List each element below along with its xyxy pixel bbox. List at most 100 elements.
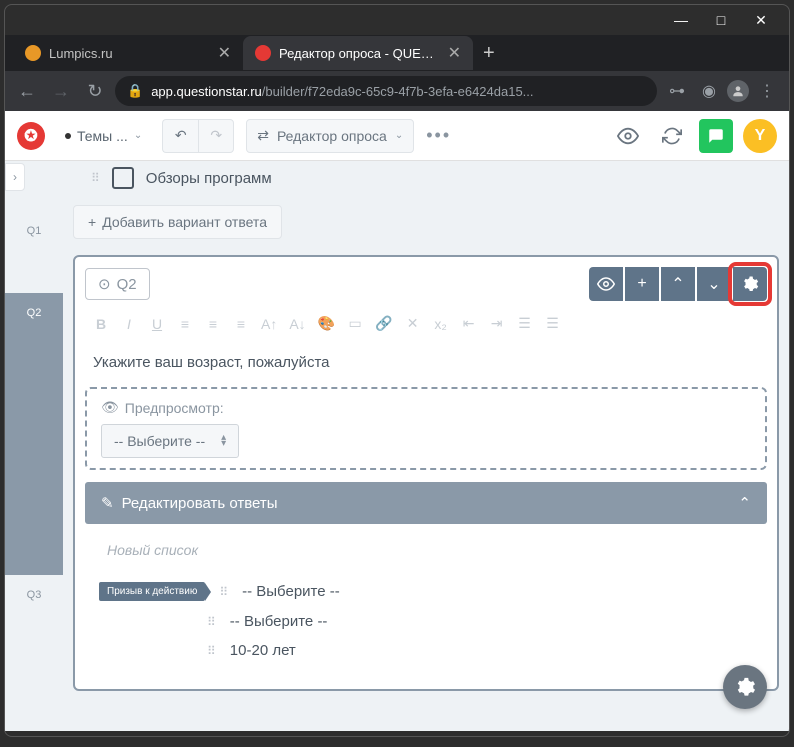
chevron-down-icon: ⌄ <box>395 130 403 141</box>
option-text[interactable]: Обзоры программ <box>146 170 272 187</box>
app-header: ✪ Темы ... ⌄ ↶ ↷ ⇄ Редактор опроса ⌄ •••… <box>5 111 789 161</box>
comment-button[interactable] <box>699 119 733 153</box>
align-left-button[interactable]: ≡ <box>177 316 193 332</box>
site-key-icon[interactable]: ⊶ <box>663 77 691 105</box>
reload-button[interactable]: ↻ <box>81 77 109 105</box>
tab-questionstar[interactable]: Редактор опроса - QUESTIONST ✕ <box>243 36 473 70</box>
minimize-button[interactable]: — <box>661 12 701 28</box>
themes-dropdown[interactable]: Темы ... ⌄ <box>57 128 150 144</box>
format-toolbar: B I U ≡ ≡ ≡ A↑ A↓ 🎨 ▭ 🔗 ✕ x₂ ⇤ <box>85 301 767 346</box>
sidebar-item-q2[interactable]: Q2 <box>5 293 63 575</box>
preview-label: 👁 Предпросмотр: <box>101 399 751 416</box>
move-up-button[interactable]: ⌃ <box>661 267 695 301</box>
drag-handle-icon[interactable]: ⠿ <box>91 171 100 185</box>
color-button[interactable]: 🎨 <box>318 315 335 332</box>
back-button[interactable]: ← <box>13 77 41 105</box>
app-logo-icon[interactable]: ✪ <box>17 122 45 150</box>
pencil-icon: ✎ <box>101 494 114 512</box>
subscript-button[interactable]: x₂ <box>433 316 449 332</box>
window-titlebar: — □ ✕ <box>5 5 789 35</box>
themes-label: Темы ... <box>77 128 128 144</box>
font-decrease-button[interactable]: A↓ <box>289 316 305 332</box>
plus-icon: + <box>88 214 96 230</box>
bold-button[interactable]: B <box>93 316 109 332</box>
answer-row: Призыв к действию ⠿ -- Выберите -- <box>99 576 753 607</box>
indent-left-button[interactable]: ⇤ <box>461 315 477 332</box>
menu-icon[interactable]: ⋮ <box>753 77 781 105</box>
sidebar-item-q1[interactable]: Q1 <box>5 211 63 293</box>
sidebar-item-q3[interactable]: Q3 <box>5 575 63 695</box>
survey-editor-dropdown[interactable]: ⇄ Редактор опроса ⌄ <box>246 119 414 153</box>
answers-list: Новый список Призыв к действию ⠿ -- Выбе… <box>85 524 767 679</box>
answer-row: ⠿ -- Выберите -- <box>99 607 753 636</box>
undo-button[interactable]: ↶ <box>162 119 198 153</box>
answer-text[interactable]: -- Выберите -- <box>242 583 340 600</box>
close-window-button[interactable]: ✕ <box>741 12 781 29</box>
sidebar-toggle[interactable]: › <box>5 163 25 191</box>
settings-button[interactable] <box>733 267 767 301</box>
answer-row: ⠿ 10-20 лет <box>99 636 753 665</box>
tab-title: Редактор опроса - QUESTIONST <box>279 46 440 61</box>
edit-answers-toggle[interactable]: ✎ Редактировать ответы ⌃ <box>85 482 767 524</box>
visibility-button[interactable] <box>589 267 623 301</box>
main-content: ⠿ Обзоры программ + Добавить вариант отв… <box>63 161 789 731</box>
list-ul-button[interactable]: ☰ <box>517 315 533 332</box>
chevron-up-icon: ⌃ <box>738 494 751 512</box>
maximize-button[interactable]: □ <box>701 12 741 28</box>
cta-badge[interactable]: Призыв к действию <box>99 582 205 601</box>
extension-icon[interactable]: ◉ <box>695 77 723 105</box>
user-avatar[interactable]: Y <box>743 119 777 153</box>
add-option-label: Добавить вариант ответа <box>102 214 267 230</box>
drag-handle-icon[interactable]: ⠿ <box>219 585 228 599</box>
option-checkbox[interactable] <box>112 167 134 189</box>
list-title[interactable]: Новый список <box>99 538 753 576</box>
lock-icon: 🔒 <box>127 83 143 99</box>
redo-button[interactable]: ↷ <box>198 119 234 153</box>
questionstar-favicon-icon <box>255 45 271 61</box>
dot-icon <box>65 133 71 139</box>
clear-format-button[interactable]: ✕ <box>405 315 421 332</box>
font-increase-button[interactable]: A↑ <box>261 316 277 332</box>
preview-button[interactable] <box>611 119 645 153</box>
edit-answers-label: Редактировать ответы <box>122 495 278 512</box>
question-title-input[interactable]: Укажите ваш возраст, пожалуйста <box>85 346 767 379</box>
question-sidebar: › Q1 Q2 Q3 <box>5 161 63 731</box>
forward-button[interactable]: → <box>47 77 75 105</box>
add-answer-option-button[interactable]: + Добавить вариант ответа <box>73 205 282 239</box>
close-tab-icon[interactable]: ✕ <box>448 43 461 63</box>
move-down-button[interactable]: ⌄ <box>697 267 731 301</box>
help-fab-button[interactable] <box>723 665 767 709</box>
tab-lumpics[interactable]: Lumpics.ru ✕ <box>13 36 243 70</box>
browser-tabs: Lumpics.ru ✕ Редактор опроса - QUESTIONS… <box>5 35 789 71</box>
drag-handle-icon[interactable]: ⠿ <box>207 644 216 658</box>
url-path: /builder/f72eda9c-65c9-4f7b-3efa-e6424da… <box>262 84 534 99</box>
indent-right-button[interactable]: ⇥ <box>489 315 505 332</box>
drag-handle-icon[interactable]: ⠿ <box>207 615 216 629</box>
underline-button[interactable]: U <box>149 316 165 332</box>
preview-select[interactable]: -- Выберите -- ▴▾ <box>101 424 239 458</box>
align-right-button[interactable]: ≡ <box>233 316 249 332</box>
more-menu-icon[interactable]: ••• <box>426 125 451 146</box>
profile-icon[interactable] <box>727 80 749 102</box>
image-button[interactable]: ▭ <box>347 315 363 332</box>
italic-button[interactable]: I <box>121 316 137 332</box>
link-button[interactable]: 🔗 <box>375 315 392 332</box>
select-value: -- Выберите -- <box>114 433 205 449</box>
address-bar: ← → ↻ 🔒 app.questionstar.ru/builder/f72e… <box>5 71 789 111</box>
preview-panel: 👁 Предпросмотр: -- Выберите -- ▴▾ <box>85 387 767 470</box>
answer-text[interactable]: 10-20 лет <box>230 642 296 659</box>
sync-button[interactable] <box>655 119 689 153</box>
question-label[interactable]: ⊙ Q2 <box>85 268 150 300</box>
tab-title: Lumpics.ru <box>49 46 210 61</box>
add-question-button[interactable]: + <box>625 267 659 301</box>
answer-text[interactable]: -- Выберите -- <box>230 613 328 630</box>
list-ol-button[interactable]: ☰ <box>545 315 561 332</box>
new-tab-button[interactable]: + <box>473 42 505 65</box>
dropdown-type-icon: ⊙ <box>98 275 111 293</box>
close-tab-icon[interactable]: ✕ <box>218 43 231 63</box>
align-center-button[interactable]: ≡ <box>205 316 221 332</box>
url-input[interactable]: 🔒 app.questionstar.ru/builder/f72eda9c-6… <box>115 76 657 106</box>
answer-option-row: ⠿ Обзоры программ <box>73 161 779 195</box>
url-domain: app.questionstar.ru <box>151 84 262 99</box>
lumpics-favicon-icon <box>25 45 41 61</box>
